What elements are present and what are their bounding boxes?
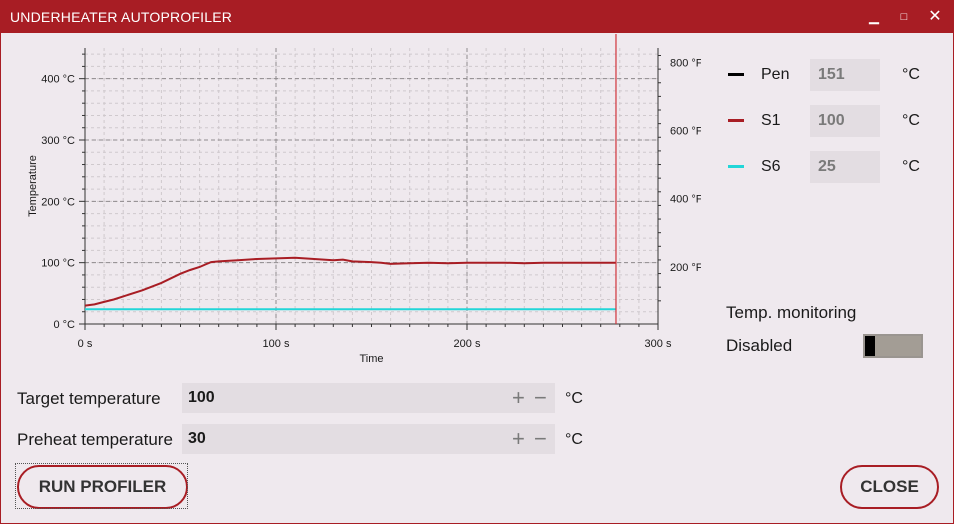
preheat-temperature-input[interactable]: 30 + −: [182, 424, 555, 454]
legend-s1-value: 100: [810, 105, 880, 137]
x-tick-label: 300 s: [645, 338, 672, 350]
temp-monitoring-state: Disabled: [726, 336, 793, 355]
x-tick-label: 0 s: [78, 338, 93, 350]
preheat-temperature-value: 30: [188, 430, 206, 447]
target-plus-icon[interactable]: +: [512, 385, 525, 411]
y-tick-label: 0 °C: [53, 319, 75, 331]
y-tick-label: 400 °C: [41, 74, 75, 86]
legend-s6-value: 25: [810, 151, 880, 183]
y-tick-label: 100 °C: [41, 258, 75, 270]
temp-monitoring-toggle[interactable]: [863, 334, 923, 358]
y-tick-label: 300 °C: [41, 135, 75, 147]
target-temperature-value: 100: [188, 389, 215, 406]
preheat-minus-icon[interactable]: −: [534, 426, 547, 452]
preheat-temperature-unit: °C: [565, 431, 583, 448]
legend-s1-unit: °C: [902, 112, 920, 129]
maximize-icon[interactable]: □: [888, 1, 920, 33]
x-tick-label: 200 s: [454, 338, 481, 350]
legend-s6-unit: °C: [902, 158, 920, 175]
target-temperature-unit: °C: [565, 390, 583, 407]
target-minus-icon[interactable]: −: [534, 385, 547, 411]
x-axis-label: Time: [359, 353, 383, 365]
target-temperature-label: Target temperature: [17, 389, 161, 408]
app-window: UNDERHEATER AUTOPROFILER ▁ □ ✕ 0 °C 100 °…: [0, 0, 954, 524]
y2-tick-label: 400 °F: [670, 194, 701, 206]
legend-s1-swatch: [728, 119, 744, 122]
target-temperature-input[interactable]: 100 + −: [182, 383, 555, 413]
y2-tick-label: 200 °F: [670, 262, 701, 274]
legend-pen-swatch: [728, 73, 744, 76]
minimize-icon[interactable]: ▁: [858, 1, 890, 33]
y-axis-label: Temperature: [27, 155, 39, 217]
y2-tick-label: 600 °F: [670, 125, 701, 137]
preheat-plus-icon[interactable]: +: [512, 426, 525, 452]
temp-monitoring-label: Temp. monitoring: [726, 303, 857, 322]
window-title: UNDERHEATER AUTOPROFILER: [10, 9, 233, 25]
y-tick-label: 200 °C: [41, 196, 75, 208]
toggle-knob: [865, 336, 875, 356]
close-button[interactable]: CLOSE: [840, 465, 939, 509]
preheat-temperature-label: Preheat temperature: [17, 430, 173, 449]
run-profiler-button[interactable]: RUN PROFILER: [17, 465, 188, 509]
title-bar: UNDERHEATER AUTOPROFILER ▁ □ ✕: [1, 1, 953, 33]
legend-pen-name: Pen: [761, 66, 790, 83]
x-tick-label: 100 s: [263, 338, 290, 350]
series-line-s1: [84, 256, 616, 307]
legend-s1-name: S1: [761, 112, 781, 129]
y2-tick-label: 800 °F: [670, 57, 701, 69]
close-icon[interactable]: ✕: [919, 1, 951, 33]
temperature-chart: 0 °C 100 °C 200 °C 300 °C 400 °C 0 s 100 s 200 …: [27, 34, 701, 365]
legend-s6-swatch: [728, 165, 744, 168]
legend-pen-value: 151: [810, 59, 880, 91]
legend-pen-unit: °C: [902, 66, 920, 83]
legend-s6-name: S6: [761, 158, 781, 175]
